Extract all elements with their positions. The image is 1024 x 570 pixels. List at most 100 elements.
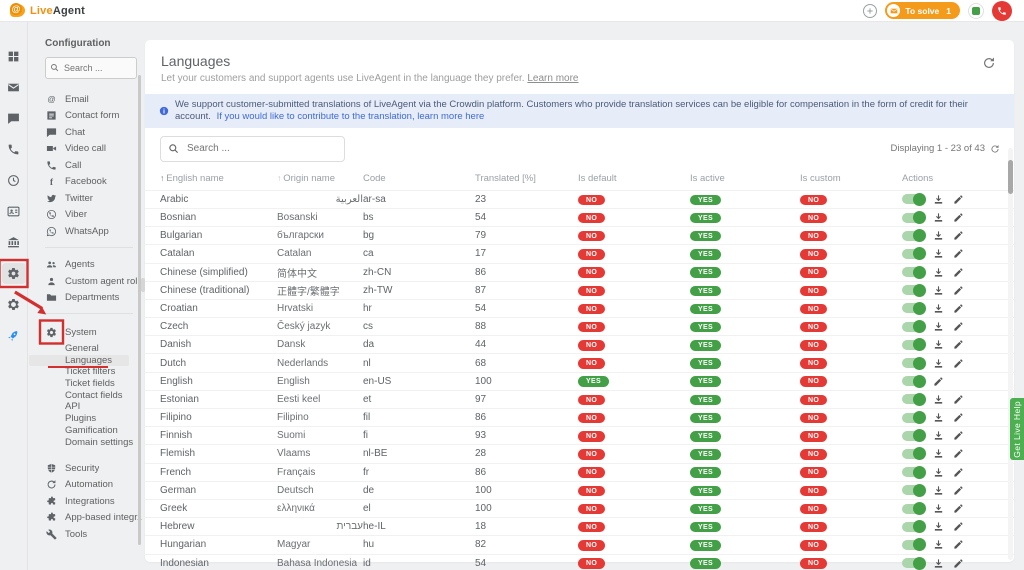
edit-button[interactable]: [953, 285, 964, 296]
sidebar-item-tools[interactable]: Tools: [29, 526, 143, 543]
column-code[interactable]: Code: [363, 173, 475, 184]
column-translated[interactable]: Translated [%]: [475, 173, 578, 184]
sidebar-item-general[interactable]: General: [29, 343, 143, 355]
sidebar-item-chat[interactable]: Chat: [29, 124, 143, 141]
rail-settings-button[interactable]: [2, 294, 26, 315]
edit-button[interactable]: [953, 212, 964, 223]
download-button[interactable]: [933, 412, 944, 423]
download-button[interactable]: [933, 539, 944, 550]
edit-button[interactable]: [953, 467, 964, 478]
edit-button[interactable]: [953, 430, 964, 441]
active-toggle[interactable]: [902, 303, 924, 313]
active-toggle[interactable]: [902, 376, 924, 386]
edit-button[interactable]: [953, 248, 964, 259]
edit-button[interactable]: [933, 376, 944, 387]
edit-button[interactable]: [953, 521, 964, 532]
edit-button[interactable]: [953, 448, 964, 459]
edit-button[interactable]: [953, 339, 964, 350]
sidebar-item-api[interactable]: API: [29, 401, 143, 413]
download-button[interactable]: [933, 285, 944, 296]
active-toggle[interactable]: [902, 358, 924, 368]
active-toggle[interactable]: [902, 394, 924, 404]
download-button[interactable]: [933, 358, 944, 369]
active-toggle[interactable]: [902, 540, 924, 550]
edit-button[interactable]: [953, 230, 964, 241]
column-is-default[interactable]: Is default: [578, 173, 690, 184]
download-button[interactable]: [933, 339, 944, 350]
sidebar-resize-handle[interactable]: [141, 278, 145, 292]
sidebar-item-twitter[interactable]: Twitter: [29, 190, 143, 207]
rail-dashboard-button[interactable]: [2, 46, 26, 67]
sidebar-item-app-based-integr[interactable]: App-based integr...: [29, 510, 143, 527]
rail-contacts-button[interactable]: [2, 201, 26, 222]
active-toggle[interactable]: [902, 467, 924, 477]
download-button[interactable]: [933, 467, 944, 478]
sidebar-item-viber[interactable]: Viber: [29, 207, 143, 224]
download-button[interactable]: [933, 503, 944, 514]
sidebar-item-languages[interactable]: Languages: [29, 355, 129, 367]
edit-button[interactable]: [953, 539, 964, 550]
download-button[interactable]: [933, 448, 944, 459]
active-toggle[interactable]: [902, 485, 924, 495]
edit-button[interactable]: [953, 558, 964, 569]
edit-button[interactable]: [953, 412, 964, 423]
rail-time-button[interactable]: [2, 170, 26, 191]
download-button[interactable]: [933, 485, 944, 496]
edit-button[interactable]: [953, 321, 964, 332]
table-scrollbar-thumb[interactable]: [1008, 160, 1013, 194]
active-toggle[interactable]: [902, 431, 924, 441]
sidebar-item-gamification[interactable]: Gamification: [29, 425, 143, 437]
download-button[interactable]: [933, 303, 944, 314]
download-button[interactable]: [933, 321, 944, 332]
sidebar-item-automation[interactable]: Automation: [29, 477, 143, 494]
sidebar-item-security[interactable]: Security: [29, 460, 143, 477]
sidebar-item-agents[interactable]: Agents: [29, 257, 143, 274]
reload-icon[interactable]: [990, 144, 1000, 154]
active-toggle[interactable]: [902, 504, 924, 514]
active-toggle[interactable]: [902, 213, 924, 223]
active-toggle[interactable]: [902, 194, 924, 204]
sidebar-item-custom-agent-rol[interactable]: Custom agent rol...: [29, 273, 143, 290]
sidebar-item-contact-fields[interactable]: Contact fields: [29, 390, 143, 402]
sidebar-item-whatsapp[interactable]: WhatsApp: [29, 223, 143, 240]
download-button[interactable]: [933, 558, 944, 569]
edit-button[interactable]: [953, 503, 964, 514]
sidebar-item-video-call[interactable]: Video call: [29, 141, 143, 158]
download-button[interactable]: [933, 230, 944, 241]
active-toggle[interactable]: [902, 267, 924, 277]
sidebar-item-domain-settings[interactable]: Domain settings: [29, 437, 143, 449]
column-english-name[interactable]: ↑English name: [160, 173, 277, 184]
sidebar-item-departments[interactable]: Departments: [29, 290, 143, 307]
active-toggle[interactable]: [902, 413, 924, 423]
to-solve-button[interactable]: To solve 1: [885, 2, 960, 19]
refresh-button[interactable]: [982, 56, 996, 70]
edit-button[interactable]: [953, 485, 964, 496]
rail-calls-button[interactable]: [2, 139, 26, 160]
active-toggle[interactable]: [902, 249, 924, 259]
column-is-custom[interactable]: Is custom: [800, 173, 902, 184]
banner-link[interactable]: If you would like to contribute to the t…: [217, 111, 485, 122]
rail-upgrade-button[interactable]: [2, 325, 26, 346]
sidebar-item-facebook[interactable]: Facebook: [29, 174, 143, 191]
download-button[interactable]: [933, 248, 944, 259]
agent-status-button[interactable]: [968, 3, 984, 19]
edit-button[interactable]: [953, 303, 964, 314]
rail-tickets-button[interactable]: [2, 77, 26, 98]
sidebar-item-contact-form[interactable]: Contact form: [29, 108, 143, 125]
table-search-input[interactable]: [160, 136, 345, 162]
active-toggle[interactable]: [902, 340, 924, 350]
active-toggle[interactable]: [902, 449, 924, 459]
active-toggle[interactable]: [902, 522, 924, 532]
rail-configuration-button[interactable]: [2, 263, 26, 284]
active-toggle[interactable]: [902, 231, 924, 241]
rail-academy-button[interactable]: [2, 232, 26, 253]
sidebar-item-plugins[interactable]: Plugins: [29, 413, 143, 425]
active-toggle[interactable]: [902, 285, 924, 295]
active-toggle[interactable]: [902, 558, 924, 568]
rail-chats-button[interactable]: [2, 108, 26, 129]
table-scrollbar-track[interactable]: [1008, 148, 1013, 560]
download-button[interactable]: [933, 394, 944, 405]
phone-button[interactable]: [992, 1, 1012, 21]
sidebar-item-integrations[interactable]: Integrations: [29, 493, 143, 510]
add-button[interactable]: [863, 4, 877, 18]
